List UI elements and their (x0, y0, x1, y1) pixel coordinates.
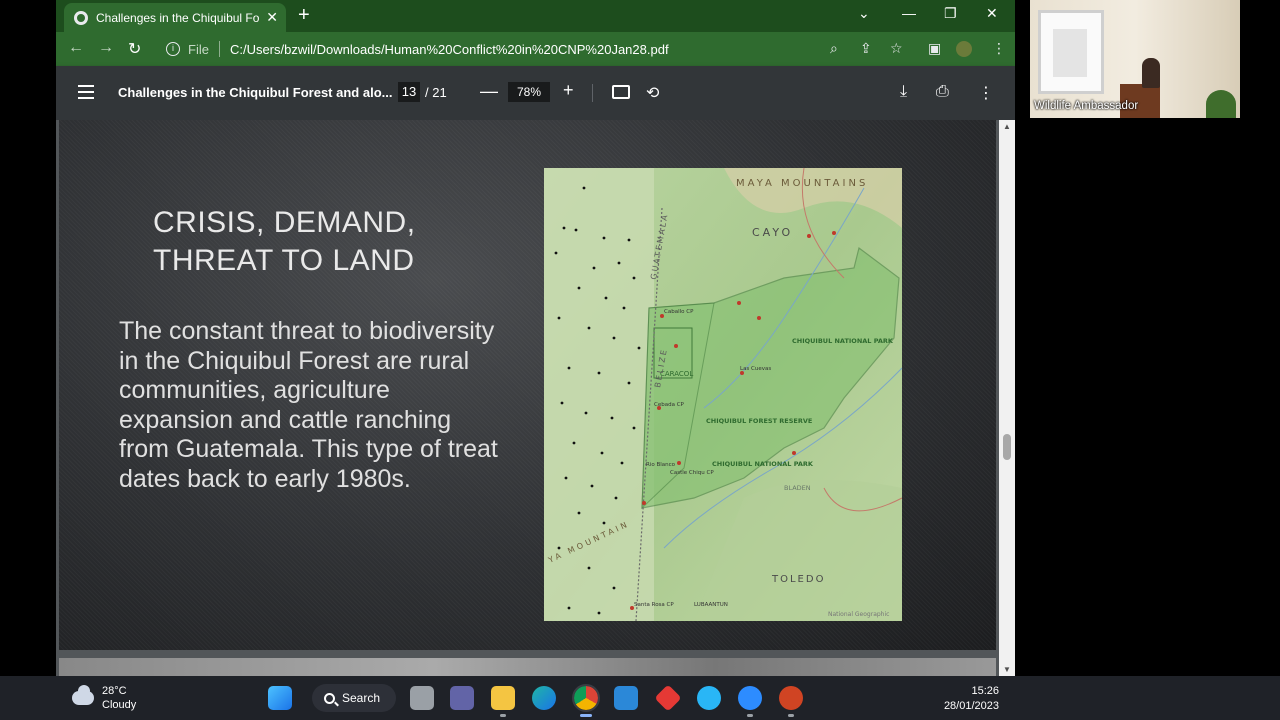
divider (592, 84, 593, 102)
search-label: Search (342, 691, 381, 705)
omnibox[interactable]: i File C:/Users/bzwil/Downloads/Human%20… (156, 36, 916, 62)
url-scheme: File (188, 41, 209, 57)
windows-start-icon[interactable] (268, 686, 292, 710)
map-label-toledo: TOLEDO (771, 574, 825, 585)
map-label-bladen: BLADEN (784, 484, 811, 492)
taskbar: 28°C Cloudy Search 15:26 28/01/2023 (0, 676, 1280, 720)
scroll-up-arrow-icon[interactable]: ▲ (1003, 122, 1011, 131)
chrome-icon[interactable] (572, 684, 600, 712)
taskbar-search[interactable]: Search (312, 684, 396, 712)
share-icon[interactable]: ⇪ (860, 40, 872, 57)
scroll-down-arrow-icon[interactable]: ▼ (1003, 665, 1011, 674)
map-label-cebada-cp: Cebada CP (654, 402, 685, 408)
map-label-maya-mountains: MAYA MOUNTAINS (736, 178, 868, 189)
participant-name: Wildlife Ambassador (1034, 100, 1139, 112)
teams-chat-icon[interactable] (450, 686, 474, 710)
app-diamond-icon[interactable] (654, 684, 682, 712)
temperature: 28°C (102, 685, 127, 697)
slide-body-text: The constant threat to biodiversity in t… (119, 317, 498, 493)
cloud-icon (72, 685, 94, 705)
zoom-search-icon[interactable]: ⌕ (830, 40, 838, 57)
scroll-thumb[interactable] (1003, 434, 1011, 460)
rotate-icon[interactable]: ⟲ (646, 83, 659, 103)
print-icon[interactable]: ⎙ (936, 83, 949, 101)
map-label-caballo-cp: Caballo CP (664, 309, 694, 315)
map-label-castle-chiqu: Castle Chiqu CP (670, 470, 714, 476)
video-participant-tile[interactable]: Wildlife Ambassador (1030, 0, 1240, 118)
map-label-caracol: CARACOL (660, 370, 693, 378)
vertical-scrollbar[interactable]: ▲ ▼ (999, 120, 1015, 676)
task-view-icon[interactable] (410, 686, 434, 710)
system-clock[interactable]: 15:26 28/01/2023 (944, 684, 999, 714)
file-explorer-icon[interactable] (491, 686, 515, 710)
document-title: Challenges in the Chiquibul Forest and a… (118, 85, 393, 100)
zoom-in-button[interactable]: + (563, 80, 574, 101)
browser-window: Challenges in the Chiquibul Forest ✕ + ⌄… (56, 0, 1015, 676)
download-icon[interactable]: ⤓ (900, 83, 907, 101)
next-pdf-page-edge (59, 658, 996, 676)
pdf-viewer[interactable]: CRISIS, DEMAND, THREAT TO LAND The const… (56, 120, 1015, 676)
map-label-chiquibul-np-south: CHIQUIBUL NATIONAL PARK (712, 460, 814, 468)
weather-condition: Cloudy (102, 699, 137, 711)
close-window-button[interactable]: ✕ (986, 5, 998, 22)
map-label-las-cuevas: Las Cuevas (740, 366, 771, 372)
zoom-out-button[interactable]: — (480, 81, 498, 102)
address-bar: ← → ↻ i File C:/Users/bzwil/Downloads/Hu… (56, 32, 1015, 66)
forward-arrow-icon[interactable]: → (98, 39, 114, 57)
sidebar-menu-icon[interactable] (78, 85, 94, 99)
search-icon (324, 692, 335, 704)
edge-icon[interactable] (532, 686, 556, 710)
url-text[interactable]: C:/Users/bzwil/Downloads/Human%20Conflic… (230, 42, 669, 57)
info-icon[interactable]: i (166, 42, 180, 56)
map-label-lubaantun: LUBAANTUN (694, 602, 728, 608)
pdf-page-slide: CRISIS, DEMAND, THREAT TO LAND The const… (59, 120, 996, 650)
plant (1206, 90, 1236, 118)
tab-search-chevron-icon[interactable]: ⌄ (858, 5, 870, 22)
bookmark-star-icon[interactable]: ☆ (890, 40, 903, 57)
globe-icon (74, 10, 88, 25)
projector-screen (1038, 10, 1104, 94)
pdf-toolbar: Challenges in the Chiquibul Forest and a… (56, 66, 1015, 120)
minimize-button[interactable]: — (902, 5, 916, 21)
chiquibul-map-image: MAYA MOUNTAINS CAYO CHIQUIBUL NATIONAL P… (544, 168, 902, 621)
map-label-chiquibul-np: CHIQUIBUL NATIONAL PARK (792, 337, 894, 345)
page-total: / 21 (425, 85, 447, 100)
reload-icon[interactable]: ↻ (128, 39, 141, 59)
tab-active[interactable]: Challenges in the Chiquibul Forest ✕ (64, 3, 286, 32)
tab-title: Challenges in the Chiquibul Forest (96, 10, 260, 25)
clock-time: 15:26 (971, 685, 999, 697)
desktop: Challenges in the Chiquibul Forest ✕ + ⌄… (0, 0, 1280, 720)
side-panel-icon[interactable]: ▣ (928, 40, 941, 57)
fit-to-page-icon[interactable] (612, 85, 630, 99)
powerpoint-icon[interactable] (779, 686, 803, 710)
new-tab-button[interactable]: + (298, 5, 310, 25)
map-label-cayo: CAYO (752, 226, 793, 239)
store-icon[interactable] (614, 686, 638, 710)
zoom-level-input[interactable]: 78% (508, 82, 550, 102)
map-credit: National Geographic (828, 611, 889, 618)
map-label-santa-rosa: Santa Rosa CP (634, 602, 674, 608)
map-label-rio-blanco: Rio Blanco (646, 462, 676, 468)
zoom-icon[interactable] (738, 686, 762, 710)
menu-kebab-icon[interactable]: ⋮ (992, 40, 1006, 57)
app-globe-icon[interactable] (697, 686, 721, 710)
back-arrow-icon[interactable]: ← (68, 39, 84, 57)
weather-widget[interactable]: 28°C Cloudy (72, 684, 136, 712)
speaker-figure (1142, 58, 1160, 88)
restore-button[interactable]: ❐ (944, 5, 957, 22)
divider (218, 41, 220, 57)
clock-date: 28/01/2023 (943, 700, 999, 712)
tab-close-icon[interactable]: ✕ (266, 9, 278, 26)
profile-avatar[interactable] (956, 41, 972, 57)
more-options-icon[interactable]: ⋮ (978, 83, 994, 103)
tab-strip: Challenges in the Chiquibul Forest ✕ + ⌄… (56, 0, 1015, 32)
slide-title: CRISIS, DEMAND, THREAT TO LAND (153, 206, 416, 277)
map-label-chiquibul-fr: CHIQUIBUL FOREST RESERVE (706, 417, 812, 425)
page-number-input[interactable]: 13 (398, 82, 420, 102)
